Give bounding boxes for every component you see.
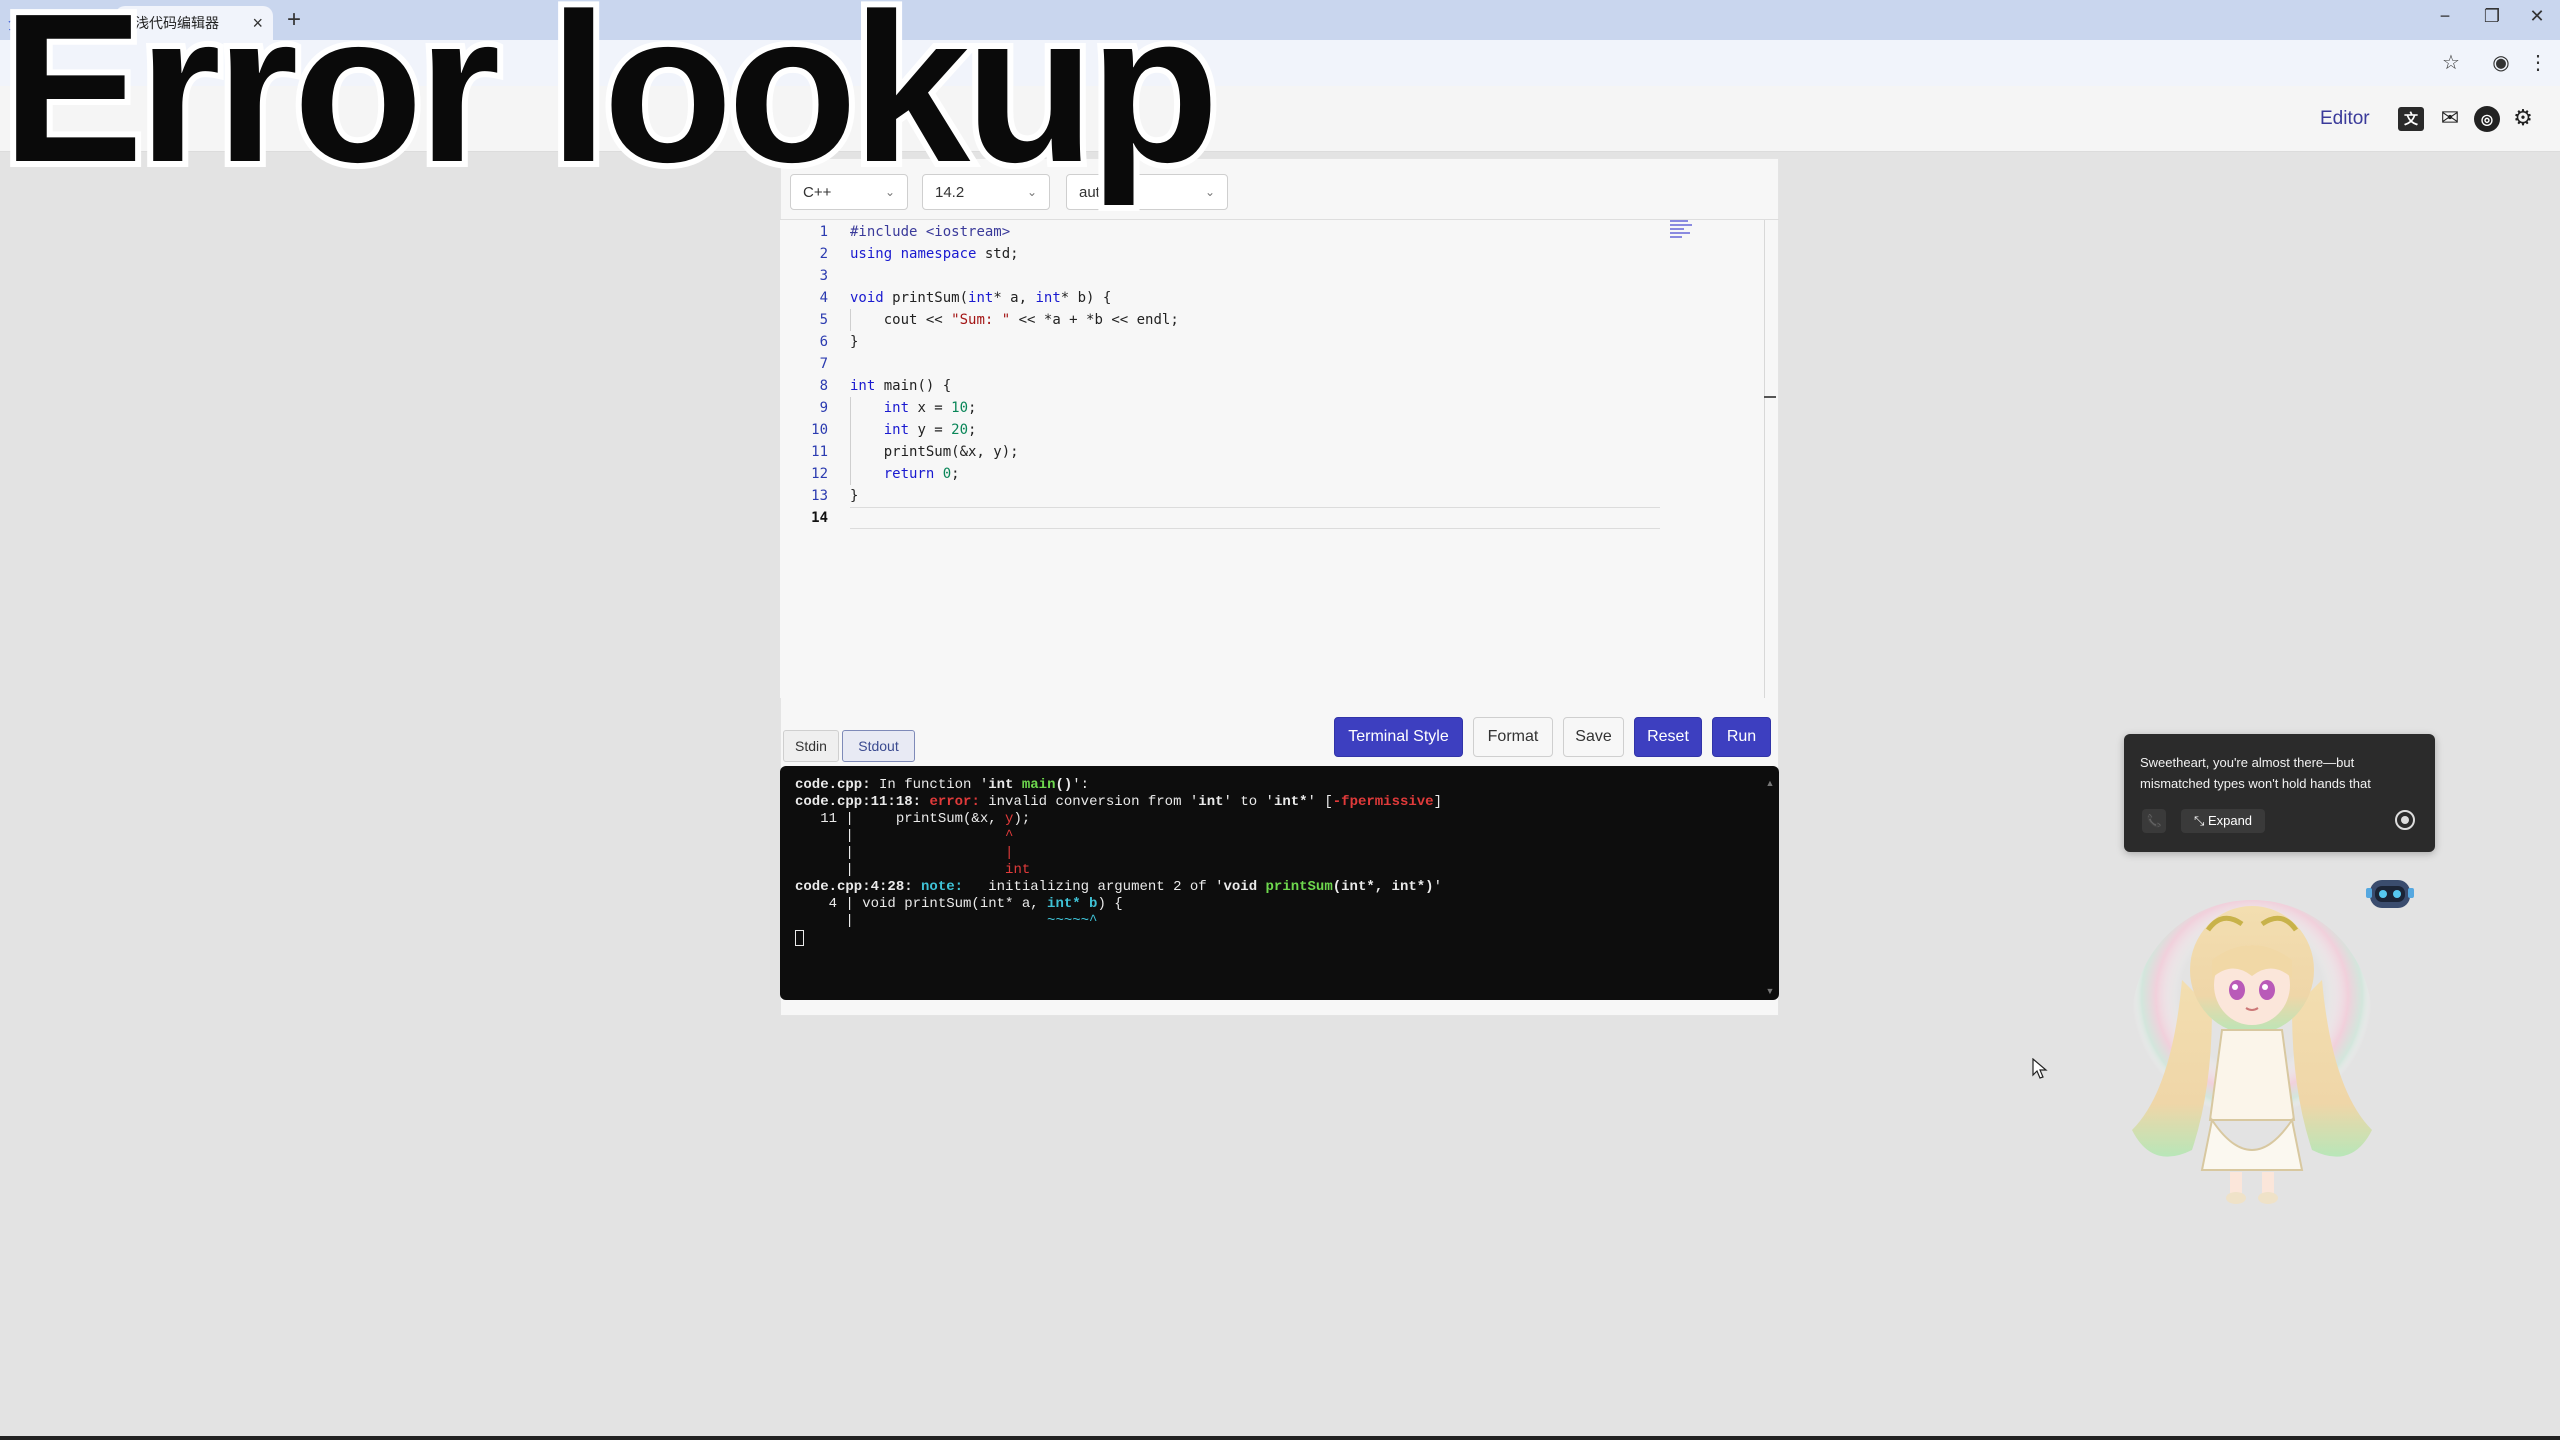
terminal-line: | int xyxy=(795,862,1031,878)
code-line: int x = 10; xyxy=(850,397,1660,419)
code-line: } xyxy=(850,488,859,504)
translate-icon[interactable]: 文 xyxy=(2398,107,2424,131)
code-line: int y = 20; xyxy=(850,419,1660,441)
format-button[interactable]: Format xyxy=(1473,717,1553,757)
terminal-line: | | xyxy=(795,845,1014,861)
profile-icon[interactable]: ◉ xyxy=(2488,50,2514,75)
line-number: 14 xyxy=(811,510,828,526)
overlay-title: Error lookup xyxy=(0,0,1225,206)
line-number: 8 xyxy=(819,378,828,394)
line-number: 6 xyxy=(819,334,828,350)
line-number-gutter: 1 2 3 4 5 6 7 8 9 10 11 12 13 14 xyxy=(780,221,852,529)
bookmark-star-icon[interactable]: ☆ xyxy=(2438,50,2464,75)
terminal-line xyxy=(795,930,1442,947)
code-line: void printSum(int* a, int* b) { xyxy=(850,290,1112,306)
code-content[interactable]: #include <iostream> using namespace std;… xyxy=(850,221,1660,529)
code-line: #include <iostream> xyxy=(850,224,1011,240)
code-line: } xyxy=(850,334,859,350)
terminal-line: code.cpp:4:28: note: initializing argume… xyxy=(795,879,1442,895)
code-line: return 0; xyxy=(850,463,1660,485)
taskbar-edge xyxy=(0,1436,2560,1440)
line-number: 9 xyxy=(819,400,828,416)
phone-icon[interactable]: 📞 xyxy=(2142,809,2166,833)
assistant-message: Sweetheart, you're almost there—but mism… xyxy=(2140,755,2371,791)
terminal-line: | ~~~~~^ xyxy=(795,913,1098,929)
settings-gear-icon[interactable]: ⚙ xyxy=(2509,104,2537,132)
scroll-up-icon[interactable]: ▲ xyxy=(1764,778,1776,788)
github-icon[interactable]: ◎ xyxy=(2474,106,2500,132)
reset-button[interactable]: Reset xyxy=(1634,717,1702,757)
code-line: using namespace std; xyxy=(850,246,1019,262)
code-line: cout << "Sum: " << *a + *b << endl; xyxy=(850,309,1660,331)
line-number: 10 xyxy=(811,422,828,438)
editor-scroll-marker xyxy=(1764,396,1776,398)
terminal-line: | ^ xyxy=(795,828,1014,844)
mail-icon[interactable]: ✉ xyxy=(2436,104,2464,132)
tab-stdout[interactable]: Stdout xyxy=(842,730,915,762)
expand-button[interactable]: ⤡ Expand xyxy=(2181,809,2265,833)
minimize-icon[interactable]: − xyxy=(2430,6,2460,27)
scroll-down-icon[interactable]: ▼ xyxy=(1764,986,1776,996)
line-number: 7 xyxy=(819,356,828,372)
line-number: 5 xyxy=(819,312,828,328)
browser-menu-icon[interactable]: ⋮ xyxy=(2525,50,2551,75)
line-number: 12 xyxy=(811,466,828,482)
tab-stdin[interactable]: Stdin xyxy=(783,730,839,762)
terminal-cursor xyxy=(795,930,804,946)
terminal-line: code.cpp: In function 'int main()': xyxy=(795,777,1090,793)
window-close-icon[interactable]: ✕ xyxy=(2522,6,2552,27)
line-number: 2 xyxy=(819,246,828,262)
line-number: 1 xyxy=(819,224,828,240)
save-button[interactable]: Save xyxy=(1563,717,1624,757)
nav-editor-link[interactable]: Editor xyxy=(2320,108,2370,130)
line-number: 13 xyxy=(811,488,828,504)
terminal-line: 11 | printSum(&x, y); xyxy=(795,811,1031,827)
terminal-output: code.cpp: In function 'int main()': code… xyxy=(795,777,1442,947)
close-circle-icon[interactable] xyxy=(2395,810,2415,830)
terminal-style-button[interactable]: Terminal Style xyxy=(1334,717,1463,757)
code-line: printSum(&x, y); xyxy=(850,441,1660,463)
line-number: 11 xyxy=(811,444,828,460)
terminal-line: code.cpp:11:18: error: invalid conversio… xyxy=(795,794,1442,810)
terminal-line: 4 | void printSum(int* a, int* b) { xyxy=(795,896,1123,912)
run-button[interactable]: Run xyxy=(1712,717,1771,757)
mouse-pointer-icon xyxy=(2032,1058,2048,1079)
assistant-avatar[interactable] xyxy=(2112,890,2388,1210)
line-number: 3 xyxy=(819,268,828,284)
terminal-scrollbar[interactable]: ▲ ▼ xyxy=(1764,778,1776,996)
current-code-line xyxy=(850,507,1660,529)
restore-icon[interactable]: ❐ xyxy=(2477,6,2507,27)
line-number: 4 xyxy=(819,290,828,306)
code-minimap[interactable] xyxy=(1670,220,1692,248)
code-line: int main() { xyxy=(850,378,952,394)
